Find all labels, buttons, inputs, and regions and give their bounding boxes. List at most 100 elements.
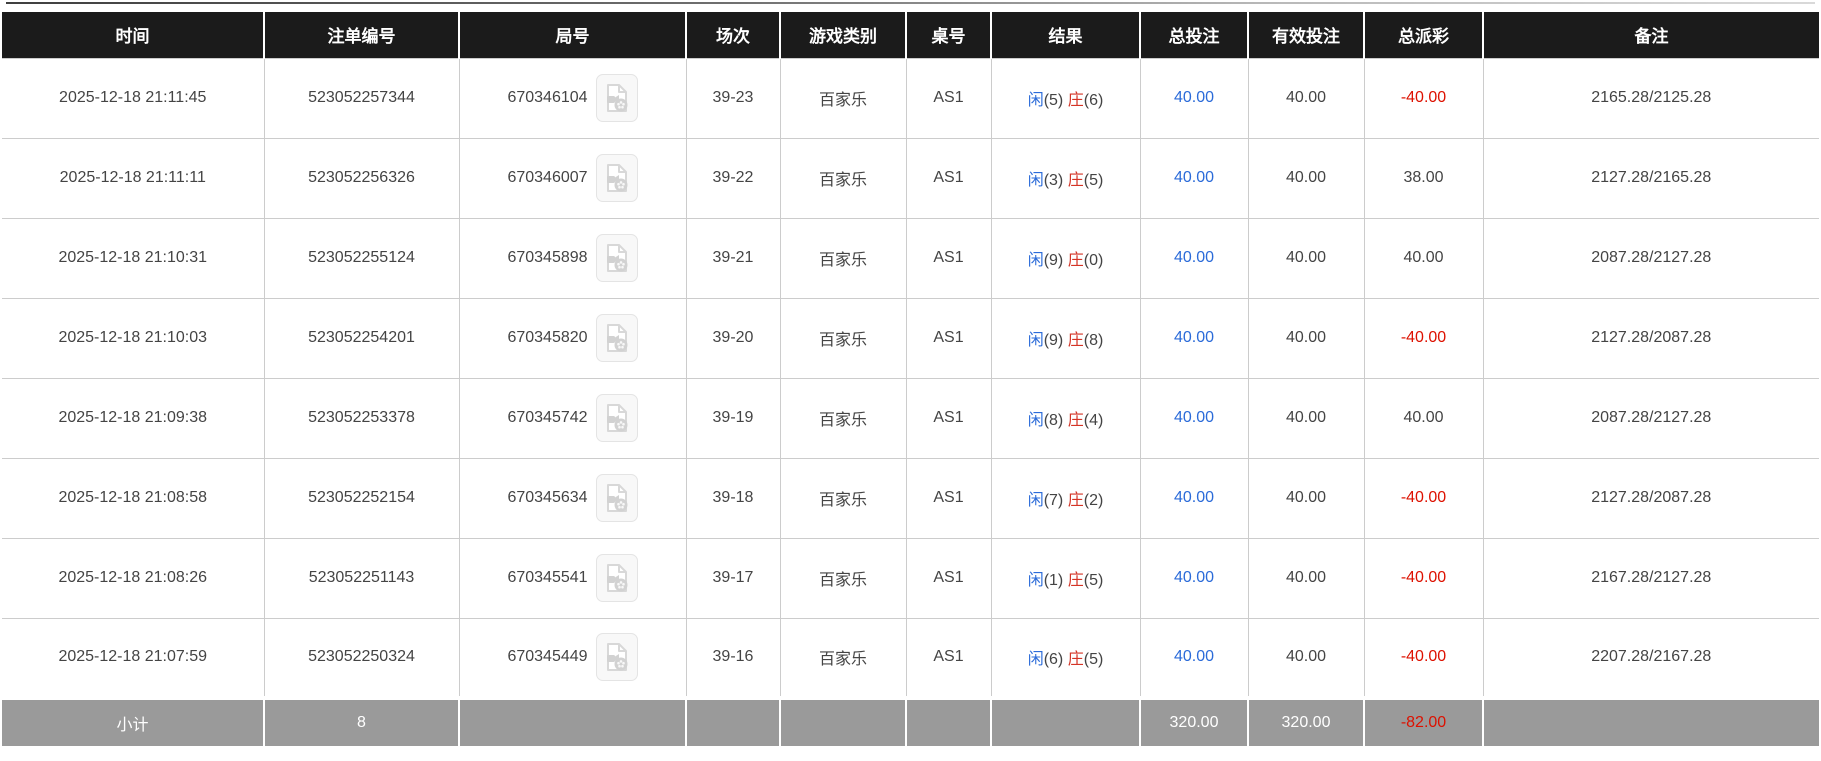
result-banker-score: (6)	[1083, 92, 1104, 109]
table-no-cell: AS1	[905, 217, 992, 299]
col-header-round-no: 局号	[458, 12, 686, 58]
col-header-result: 结果	[990, 12, 1140, 58]
time-cell: 2025-12-18 21:10:03	[2, 297, 265, 379]
total-bet-cell: 40.00	[1139, 297, 1249, 379]
result-banker-label: 庄	[1067, 332, 1084, 349]
result-player-score: (9)	[1043, 252, 1064, 269]
bet-no-cell: 523052255124	[263, 217, 460, 299]
round-no-cell: 670345541	[458, 537, 687, 619]
table-no-cell: AS1	[905, 377, 992, 459]
note-cell: 2127.28/2165.28	[1482, 137, 1819, 219]
video-replay-icon[interactable]	[595, 74, 638, 122]
game-cell: 百家乐	[779, 57, 907, 139]
bet-no-cell: 523052257344	[263, 57, 460, 139]
total-bet-link[interactable]: 40.00	[1174, 489, 1214, 506]
result-player-score: (1)	[1043, 572, 1064, 589]
video-replay-icon[interactable]	[595, 633, 638, 682]
payout-cell: -40.00	[1363, 57, 1484, 139]
result-player-label: 闲	[1027, 412, 1044, 429]
result-banker-label: 庄	[1067, 252, 1084, 269]
round-no-text: 670345449	[507, 648, 588, 666]
game-cell: 百家乐	[779, 617, 907, 699]
subtotal-count: 8	[263, 696, 459, 750]
video-replay-icon[interactable]	[595, 234, 638, 282]
time-cell: 2025-12-18 21:11:11	[2, 137, 265, 219]
note-cell: 2167.28/2127.28	[1482, 537, 1819, 619]
result-banker-label: 庄	[1067, 92, 1084, 109]
result-cell: 闲(1) 庄(5)	[990, 537, 1141, 619]
subtotal-empty-session	[685, 696, 780, 750]
result-player-score: (7)	[1043, 492, 1064, 509]
valid-bet-cell: 40.00	[1247, 137, 1365, 219]
video-replay-icon[interactable]	[595, 554, 638, 602]
round-no-cell: 670345898	[458, 217, 687, 299]
payout-cell: -40.00	[1363, 537, 1484, 619]
game-cell: 百家乐	[779, 377, 907, 459]
round-no-text: 670346104	[507, 89, 588, 106]
table-no-cell: AS1	[905, 617, 992, 699]
table-no-cell: AS1	[905, 297, 992, 379]
time-cell: 2025-12-18 21:08:58	[2, 457, 265, 539]
bet-no-cell: 523052253378	[263, 377, 460, 459]
session-cell: 39-17	[685, 537, 781, 619]
col-header-game: 游戏类别	[779, 12, 906, 58]
round-no-cell: 670345449	[458, 617, 687, 699]
round-no-text: 670345742	[507, 409, 588, 426]
result-player-label: 闲	[1027, 252, 1044, 269]
bet-no-cell: 523052256326	[263, 137, 460, 219]
bet-no-cell: 523052250324	[263, 617, 460, 699]
result-player-score: (5)	[1043, 92, 1064, 109]
video-replay-icon[interactable]	[595, 474, 638, 522]
top-divider	[6, 2, 1815, 4]
video-replay-icon[interactable]	[595, 154, 638, 202]
result-player-label: 闲	[1027, 651, 1044, 669]
session-cell: 39-21	[685, 217, 781, 299]
result-cell: 闲(9) 庄(8)	[990, 297, 1141, 379]
result-banker-label: 庄	[1067, 172, 1084, 189]
col-header-bet-no: 注单编号	[263, 12, 459, 58]
total-bet-link[interactable]: 40.00	[1174, 648, 1214, 665]
total-bet-link[interactable]: 40.00	[1174, 569, 1214, 586]
result-player-score: (9)	[1043, 332, 1064, 349]
result-banker-label: 庄	[1067, 572, 1084, 589]
video-replay-icon[interactable]	[595, 314, 638, 362]
total-bet-link[interactable]: 40.00	[1174, 329, 1214, 346]
subtotal-empty-table	[905, 696, 991, 750]
col-header-table-no: 桌号	[905, 12, 991, 58]
result-banker-score: (5)	[1083, 172, 1104, 189]
result-banker-score: (2)	[1083, 492, 1104, 509]
header-row: 时间 注单编号 局号 场次 游戏类别 桌号 结果 总投注 有效投注 总派彩 备注	[2, 12, 1819, 58]
round-no-text: 670345820	[507, 329, 588, 346]
note-cell: 2127.28/2087.28	[1482, 457, 1819, 539]
total-bet-cell: 40.00	[1139, 617, 1249, 699]
total-bet-link[interactable]: 40.00	[1174, 169, 1214, 186]
result-player-score: (8)	[1043, 412, 1064, 429]
result-banker-label: 庄	[1067, 492, 1084, 509]
result-player-label: 闲	[1027, 92, 1044, 109]
result-player-label: 闲	[1027, 572, 1044, 589]
total-bet-link[interactable]: 40.00	[1174, 409, 1214, 426]
bet-no-cell: 523052251143	[263, 537, 460, 619]
result-cell: 闲(7) 庄(2)	[990, 457, 1141, 539]
result-banker-label: 庄	[1067, 651, 1084, 669]
result-cell: 闲(5) 庄(6)	[990, 57, 1141, 139]
subtotal-empty-note	[1482, 696, 1819, 750]
valid-bet-cell: 40.00	[1247, 57, 1365, 139]
result-banker-score: (4)	[1083, 412, 1104, 429]
result-banker-score: (8)	[1083, 332, 1104, 349]
session-cell: 39-20	[685, 297, 781, 379]
subtotal-label: 小计	[2, 696, 264, 750]
round-no-cell: 670345742	[458, 377, 687, 459]
table-row: 2025-12-18 21:10:03 523052254201 6703458…	[2, 297, 1819, 379]
subtotal-row: 小计 8 320.00 320.00 -82.00	[2, 696, 1819, 750]
time-cell: 2025-12-18 21:09:38	[2, 377, 265, 459]
note-cell: 2087.28/2127.28	[1482, 377, 1819, 459]
table-no-cell: AS1	[905, 537, 992, 619]
session-cell: 39-16	[685, 617, 781, 699]
total-bet-link[interactable]: 40.00	[1174, 249, 1214, 266]
table-no-cell: AS1	[905, 57, 992, 139]
total-bet-link[interactable]: 40.00	[1174, 89, 1214, 106]
video-replay-icon[interactable]	[595, 394, 638, 442]
time-cell: 2025-12-18 21:07:59	[2, 617, 265, 699]
round-no-cell: 670345634	[458, 457, 687, 539]
